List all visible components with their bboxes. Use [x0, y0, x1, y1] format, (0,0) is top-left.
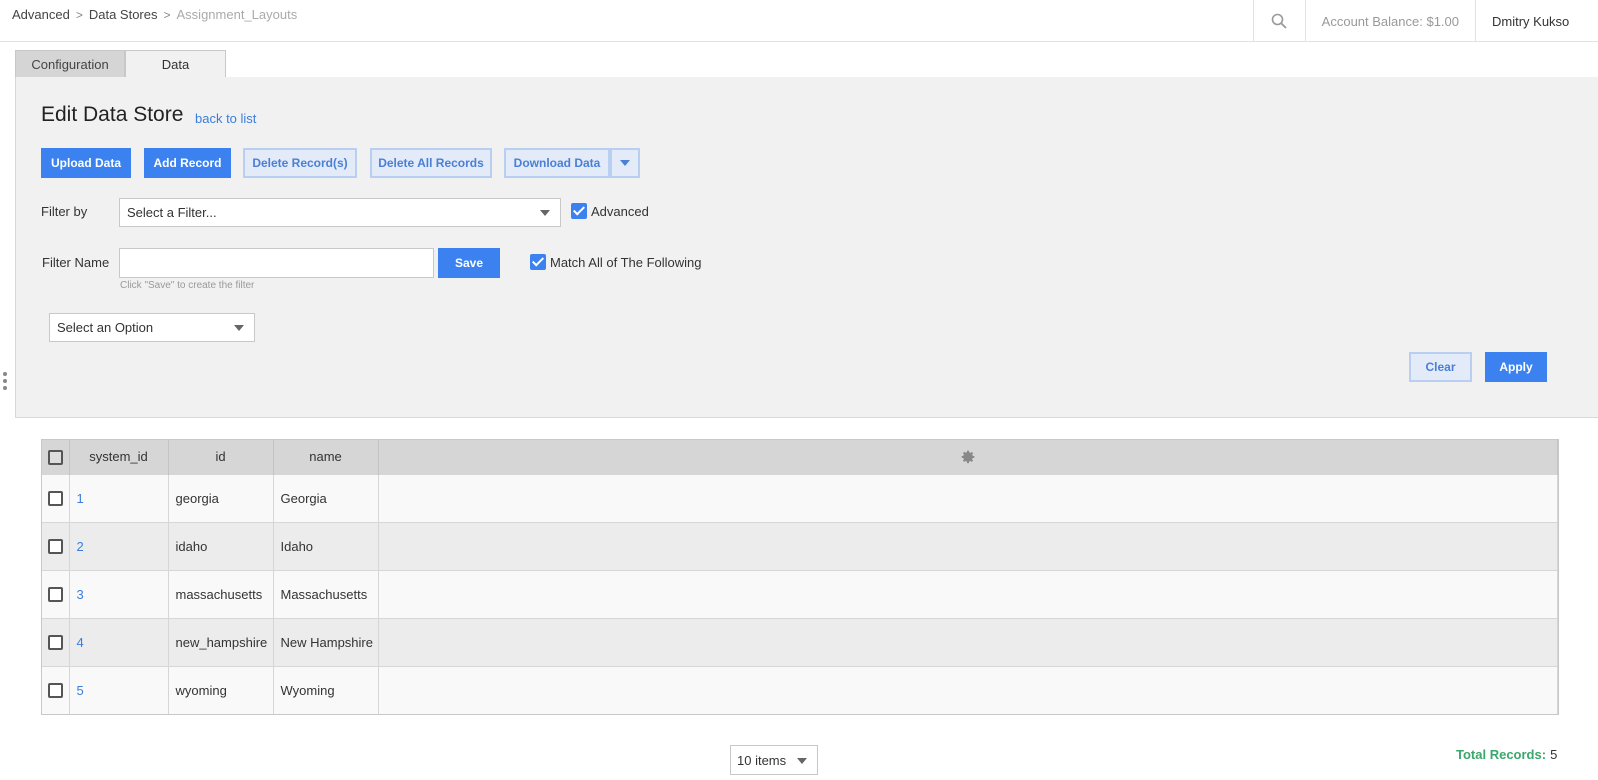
filter-select-value: Select a Filter...: [127, 205, 217, 220]
gear-icon[interactable]: [960, 449, 976, 465]
system-id-link[interactable]: 3: [77, 587, 84, 602]
table-row[interactable]: 1 georgia Georgia: [42, 473, 1558, 522]
row-select-cell: [42, 473, 70, 522]
delete-records-button[interactable]: Delete Record(s): [243, 148, 357, 178]
option-select[interactable]: Select an Option: [49, 313, 255, 342]
apply-button[interactable]: Apply: [1485, 352, 1547, 382]
breadcrumb: Advanced > Data Stores > Assignment_Layo…: [12, 7, 297, 22]
breadcrumb-item-current: Assignment_Layouts: [176, 7, 298, 22]
row-checkbox[interactable]: [47, 683, 63, 699]
id-cell: massachusetts: [168, 569, 274, 618]
row-select-cell: [42, 569, 70, 618]
row-checkbox[interactable]: [47, 491, 63, 507]
breadcrumb-item-data-stores[interactable]: Data Stores: [89, 7, 158, 22]
system-id-cell: 2: [69, 521, 169, 570]
id-cell: wyoming: [168, 665, 274, 714]
drag-handle-icon[interactable]: [3, 372, 7, 393]
chevron-right-icon: >: [163, 7, 171, 22]
total-records-label: Total Records:: [1456, 747, 1547, 762]
row-select-cell: [42, 665, 70, 714]
select-all-checkbox[interactable]: [47, 449, 63, 465]
data-table: system_id id name 1 georgia Georgia 2 id…: [41, 439, 1559, 715]
system-id-link[interactable]: 5: [77, 683, 84, 698]
row-checkbox[interactable]: [47, 587, 63, 603]
filter-name-hint: Click "Save" to create the filter: [120, 280, 255, 291]
search-icon: [1271, 13, 1287, 29]
system-id-cell: 3: [69, 569, 169, 618]
tab-configuration[interactable]: Configuration: [15, 50, 125, 78]
row-checkbox[interactable]: [47, 635, 63, 651]
tab-data[interactable]: Data: [125, 50, 226, 78]
table-row[interactable]: 3 massachusetts Massachusetts: [42, 569, 1558, 618]
name-cell: Wyoming: [273, 665, 379, 714]
id-cell: idaho: [168, 521, 274, 570]
system-id-cell: 5: [69, 665, 169, 714]
delete-all-records-button[interactable]: Delete All Records: [370, 148, 492, 178]
name-cell: New Hampshire: [273, 617, 379, 666]
empty-cell: [378, 473, 1558, 522]
system-id-link[interactable]: 1: [77, 491, 84, 506]
search-button[interactable]: [1252, 0, 1305, 42]
table-row[interactable]: 4 new_hampshire New Hampshire: [42, 617, 1558, 666]
top-bar: Advanced > Data Stores > Assignment_Layo…: [0, 0, 1598, 42]
column-header-system-id[interactable]: system_id: [69, 440, 169, 474]
account-balance: Account Balance: $1.00: [1304, 0, 1475, 42]
caret-down-icon: [540, 210, 550, 216]
page-size-select[interactable]: 10 items: [730, 745, 818, 775]
filter-select[interactable]: Select a Filter...: [119, 198, 561, 227]
option-select-value: Select an Option: [57, 320, 154, 335]
breadcrumb-item-advanced[interactable]: Advanced: [12, 7, 70, 22]
chevron-right-icon: >: [75, 7, 83, 22]
match-all-checkbox[interactable]: [530, 254, 546, 270]
system-id-link[interactable]: 2: [77, 539, 84, 554]
advanced-checkbox[interactable]: [571, 203, 587, 219]
id-cell: new_hampshire: [168, 617, 274, 666]
download-data-button[interactable]: Download Data: [504, 148, 610, 178]
filter-name-label: Filter Name: [42, 255, 110, 270]
filter-name-input[interactable]: [119, 248, 434, 278]
table-row[interactable]: 2 idaho Idaho: [42, 521, 1558, 570]
system-id-cell: 4: [69, 617, 169, 666]
user-menu[interactable]: Dmitry Kukso: [1475, 0, 1598, 42]
page-title: Edit Data Store: [41, 103, 184, 126]
empty-cell: [378, 569, 1558, 618]
total-records-value: 5: [1550, 747, 1558, 762]
clear-button[interactable]: Clear: [1409, 352, 1472, 382]
column-header-id[interactable]: id: [168, 440, 274, 474]
save-filter-button[interactable]: Save: [438, 248, 500, 278]
total-records: Total Records: 5: [1456, 747, 1557, 762]
caret-down-icon: [797, 758, 807, 764]
upload-data-button[interactable]: Upload Data: [41, 148, 131, 178]
match-all-label: Match All of The Following: [550, 255, 702, 270]
add-record-button[interactable]: Add Record: [144, 148, 231, 178]
download-options-button[interactable]: [610, 148, 640, 178]
header-right: Account Balance: $1.00 Dmitry Kukso: [1252, 0, 1598, 42]
table-header-row: system_id id name: [42, 440, 1558, 474]
system-id-link[interactable]: 4: [77, 635, 84, 650]
name-cell: Georgia: [273, 473, 379, 522]
column-header-name[interactable]: name: [273, 440, 379, 474]
empty-cell: [378, 617, 1558, 666]
table-row[interactable]: 5 wyoming Wyoming: [42, 665, 1558, 714]
name-cell: Massachusetts: [273, 569, 379, 618]
advanced-label: Advanced: [591, 204, 649, 219]
caret-down-icon: [620, 160, 630, 166]
tab-bar: Configuration Data: [15, 50, 226, 78]
empty-cell: [378, 521, 1558, 570]
back-to-list-link[interactable]: back to list: [195, 111, 256, 126]
row-checkbox[interactable]: [47, 539, 63, 555]
empty-cell: [378, 665, 1558, 714]
system-id-cell: 1: [69, 473, 169, 522]
id-cell: georgia: [168, 473, 274, 522]
row-select-cell: [42, 521, 70, 570]
name-cell: Idaho: [273, 521, 379, 570]
filter-by-label: Filter by: [41, 204, 88, 219]
column-settings-cell: [378, 440, 1558, 474]
caret-down-icon: [234, 325, 244, 331]
page-size-value: 10 items: [737, 752, 787, 768]
row-select-cell: [42, 617, 70, 666]
select-all-cell: [42, 440, 70, 474]
